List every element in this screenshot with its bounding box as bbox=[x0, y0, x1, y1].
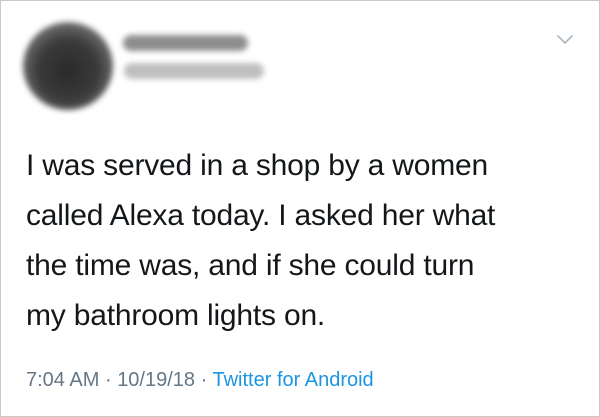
tweet-time[interactable]: 7:04 AM bbox=[26, 369, 99, 391]
meta-separator: · bbox=[200, 369, 208, 391]
tweet-meta: 7:04 AM · 10/19/18 · Twitter for Android bbox=[26, 369, 374, 392]
meta-separator: · bbox=[104, 369, 112, 391]
tweet-text-line: the time was, and if she could turn bbox=[26, 249, 475, 282]
avatar[interactable] bbox=[23, 22, 113, 110]
tweet-text: I was served in a shop by a women called… bbox=[26, 141, 586, 341]
tweet-text-line: my bathroom lights on. bbox=[26, 299, 326, 332]
author-display-name[interactable] bbox=[123, 35, 248, 51]
tweet-text-line: I was served in a shop by a women bbox=[26, 149, 488, 182]
chevron-down-icon[interactable] bbox=[556, 33, 574, 47]
author-handle[interactable] bbox=[124, 63, 264, 79]
tweet-date[interactable]: 10/19/18 bbox=[117, 369, 195, 391]
tweet-source-link[interactable]: Twitter for Android bbox=[212, 369, 373, 391]
tweet-text-line: called Alexa today. I asked her what bbox=[26, 199, 496, 232]
tweet-card: I was served in a shop by a women called… bbox=[0, 0, 600, 417]
